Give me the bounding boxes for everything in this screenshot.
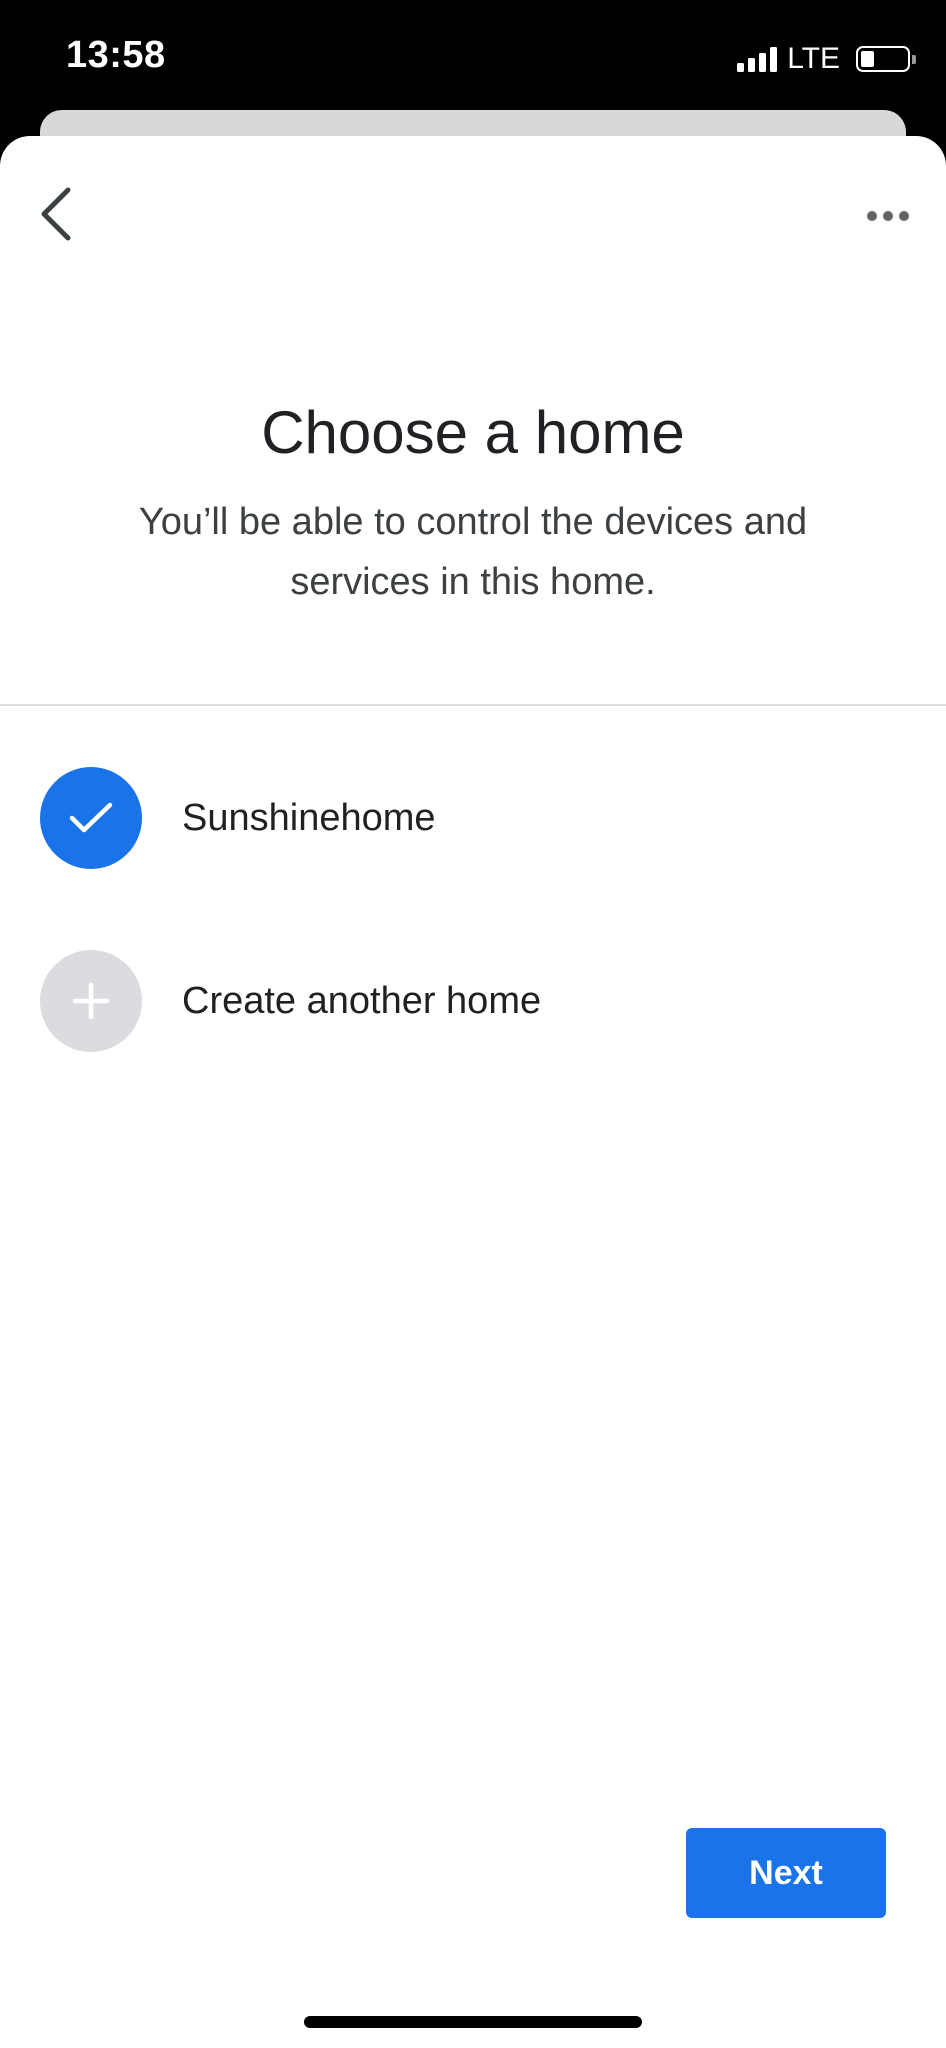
- more-horizontal-icon: [867, 211, 909, 221]
- battery-cap: [912, 55, 916, 64]
- status-indicators: LTE: [737, 42, 916, 76]
- home-option-sunshinehome[interactable]: Sunshinehome: [0, 753, 946, 883]
- check-icon: [69, 802, 113, 833]
- plus-icon: [72, 982, 110, 1020]
- status-time: 13:58: [66, 34, 166, 76]
- chevron-left-icon: [41, 187, 71, 241]
- page-subtitle: You’ll be able to control the devices an…: [138, 501, 808, 603]
- next-button[interactable]: Next: [686, 1828, 886, 1918]
- create-home-label: Create another home: [182, 979, 542, 1022]
- home-option-label: Sunshinehome: [182, 796, 436, 839]
- more-options-button[interactable]: [860, 188, 916, 244]
- battery-icon: [856, 46, 916, 72]
- back-button[interactable]: [28, 178, 84, 250]
- page-title: Choose a home: [261, 399, 685, 466]
- signal-icon: [737, 46, 778, 72]
- divider: [0, 704, 946, 706]
- selected-indicator: [40, 767, 142, 869]
- home-indicator[interactable]: [304, 2016, 642, 2028]
- status-bar: 13:58 LTE: [0, 0, 946, 118]
- battery-level: [861, 51, 874, 67]
- choose-home-sheet: Choose a home You’ll be able to control …: [0, 136, 946, 2048]
- network-type: LTE: [787, 42, 840, 75]
- create-home-option[interactable]: Create another home: [0, 936, 946, 1066]
- add-indicator: [40, 950, 142, 1052]
